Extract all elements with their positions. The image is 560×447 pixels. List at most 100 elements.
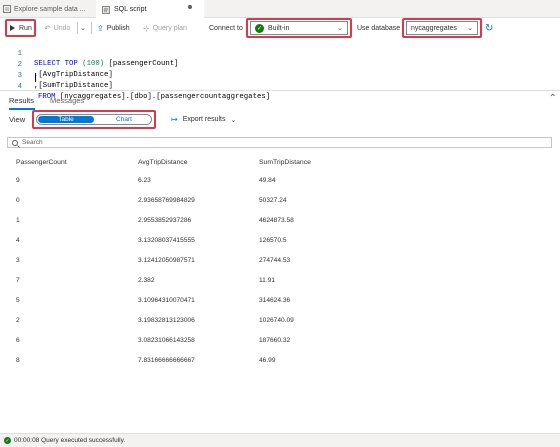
cell-avg-trip-distance: 6.23 [138, 177, 151, 184]
cell-avg-trip-distance: 3.12412050987571 [138, 257, 195, 264]
cell-sum-trip-distance: 11.91 [259, 277, 276, 284]
chevron-down-icon: ⌄ [337, 25, 343, 32]
export-icon: ↦ [171, 115, 178, 124]
cell-sum-trip-distance: 4624873.58 [259, 217, 294, 224]
view-toggle: Table Chart [36, 114, 152, 125]
run-button[interactable]: Run [6, 18, 36, 38]
cell-avg-trip-distance: 7.83166666666667 [138, 357, 195, 364]
publish-label: Publish [106, 24, 130, 32]
success-check-icon: ✓ [4, 437, 11, 444]
export-results-button[interactable]: ↦ Export results ⌄ [171, 114, 236, 125]
cell-avg-trip-distance: 3.08231066143258 [138, 337, 195, 344]
cell-passenger-count: 2 [16, 317, 20, 324]
cell-passenger-count: 1 [16, 217, 20, 224]
table-row[interactable]: 5 3.10964310070471 314624.36 [0, 291, 560, 311]
table-row[interactable]: 9 6.23 49.84 [0, 171, 560, 191]
search-placeholder: Search [22, 139, 43, 146]
table-row[interactable]: 2 3.19832813123006 1026740.09 [0, 311, 560, 331]
unsaved-dot-icon[interactable] [188, 5, 192, 9]
notebook-icon [3, 5, 11, 13]
active-tab-underline [9, 108, 35, 110]
run-label: Run [19, 24, 32, 32]
publish-icon: ⇪ [97, 23, 104, 33]
cell-passenger-count: 3 [16, 257, 20, 264]
cell-sum-trip-distance: 274744.53 [259, 257, 291, 264]
tab-explore-sample-data[interactable]: Explore sample data ... [0, 0, 92, 18]
code-line: 2 ,[AvgTripDistance] [0, 50, 560, 79]
toolbar-divider [77, 22, 78, 34]
column-header[interactable]: AvgTripDistance [138, 159, 188, 166]
undo-button[interactable]: ↶ Undo [44, 18, 77, 38]
cell-avg-trip-distance: 3.13208037415555 [138, 237, 195, 244]
cell-sum-trip-distance: 187660.32 [259, 337, 291, 344]
cell-avg-trip-distance: 2.9553852937286 [138, 217, 192, 224]
code-line: 4 FROM [nycaggregates].[dbo].[passengerc… [0, 72, 560, 101]
use-database-label: Use database [357, 24, 401, 32]
code-line: 1 SELECT TOP (100) [passengerCount] [0, 39, 560, 68]
cell-passenger-count: 5 [16, 297, 20, 304]
code-line: 3 ,[SumTripDistance] [0, 61, 560, 90]
play-icon [10, 25, 15, 31]
database-value: nycaggregates [411, 24, 457, 32]
toolbar-divider [91, 22, 92, 34]
connect-value: Built-in [268, 24, 290, 32]
cell-sum-trip-distance: 49.84 [259, 177, 276, 184]
cell-avg-trip-distance: 3.19832813123006 [138, 317, 195, 324]
view-label: View [9, 115, 26, 124]
results-pane: Results Messages ⌃ View Table Chart ↦ Ex… [0, 90, 560, 430]
connect-to-dropdown[interactable]: ✓ Built-in ⌄ [250, 21, 348, 35]
query-plan-icon: ⊹ [143, 23, 150, 33]
text-cursor [35, 73, 36, 82]
status-bar: ✓ 00:00:08 Query executed successfully. [0, 433, 560, 447]
column-header[interactable]: SumTripDistance [259, 159, 311, 166]
table-row[interactable]: 7 2.382 11.91 [0, 271, 560, 291]
check-circle-icon: ✓ [255, 23, 264, 33]
tab-strip: Explore sample data ... SQL script [0, 0, 560, 19]
status-text: 00:00:08 Query executed successfully. [14, 437, 126, 444]
tab-label: SQL script [114, 6, 147, 13]
cell-avg-trip-distance: 3.10964310070471 [138, 297, 195, 304]
search-icon [12, 139, 18, 146]
query-plan-button[interactable]: ⊹ Query plan [143, 18, 193, 38]
toolbar: Run ↶ Undo ⌄ ⇪ Publish ⊹ Query plan Conn… [0, 18, 560, 38]
cell-passenger-count: 9 [16, 177, 20, 184]
tab-results[interactable]: Results [9, 96, 34, 105]
refresh-icon[interactable]: ↻ [485, 18, 497, 38]
cell-sum-trip-distance: 46.99 [259, 357, 276, 364]
publish-button[interactable]: ⇪ Publish [97, 18, 137, 38]
cell-sum-trip-distance: 50327.24 [259, 197, 287, 204]
chevron-down-icon: ⌄ [467, 25, 473, 32]
cell-passenger-count: 0 [16, 197, 20, 204]
chevron-down-icon[interactable]: ⌄ [80, 18, 88, 38]
sql-editor[interactable]: 1 SELECT TOP (100) [passengerCount] 2 ,[… [0, 38, 560, 101]
table-row[interactable]: 3 3.12412050987571 274744.53 [0, 251, 560, 271]
chevron-down-icon: ⌄ [230, 116, 237, 124]
chart-view-button[interactable]: Chart [97, 116, 151, 123]
tab-messages[interactable]: Messages [50, 96, 84, 105]
table-row[interactable]: 6 3.08231066143258 187660.32 [0, 331, 560, 351]
cell-sum-trip-distance: 314624.36 [259, 297, 291, 304]
database-dropdown[interactable]: nycaggregates ⌄ [406, 21, 478, 35]
cell-passenger-count: 6 [16, 337, 20, 344]
search-input[interactable]: Search [7, 137, 552, 148]
connect-to-label: Connect to [209, 24, 243, 32]
column-header[interactable]: PassengerCount [16, 159, 67, 166]
results-grid-header: PassengerCount AvgTripDistance SumTripDi… [0, 157, 560, 169]
table-row[interactable]: 0 2.93658769984829 50327.24 [0, 191, 560, 211]
chevron-up-icon[interactable]: ⌃ [549, 93, 557, 104]
tab-sql-script[interactable]: SQL script [96, 0, 204, 19]
table-row[interactable]: 8 7.83166666666667 46.99 [0, 351, 560, 371]
table-row[interactable]: 1 2.9553852937286 4624873.58 [0, 211, 560, 231]
undo-icon: ↶ [44, 23, 51, 33]
cell-sum-trip-distance: 126570.5 [259, 237, 287, 244]
table-view-button[interactable]: Table [38, 116, 94, 123]
cell-passenger-count: 7 [16, 277, 20, 284]
tab-label: Explore sample data ... [14, 5, 86, 13]
undo-label: Undo [53, 24, 71, 32]
cell-avg-trip-distance: 2.382 [138, 277, 155, 284]
cell-passenger-count: 8 [16, 357, 20, 364]
sql-script-icon [102, 5, 110, 14]
cell-sum-trip-distance: 1026740.09 [259, 317, 294, 324]
table-row[interactable]: 4 3.13208037415555 126570.5 [0, 231, 560, 251]
query-plan-label: Query plan [152, 24, 187, 32]
